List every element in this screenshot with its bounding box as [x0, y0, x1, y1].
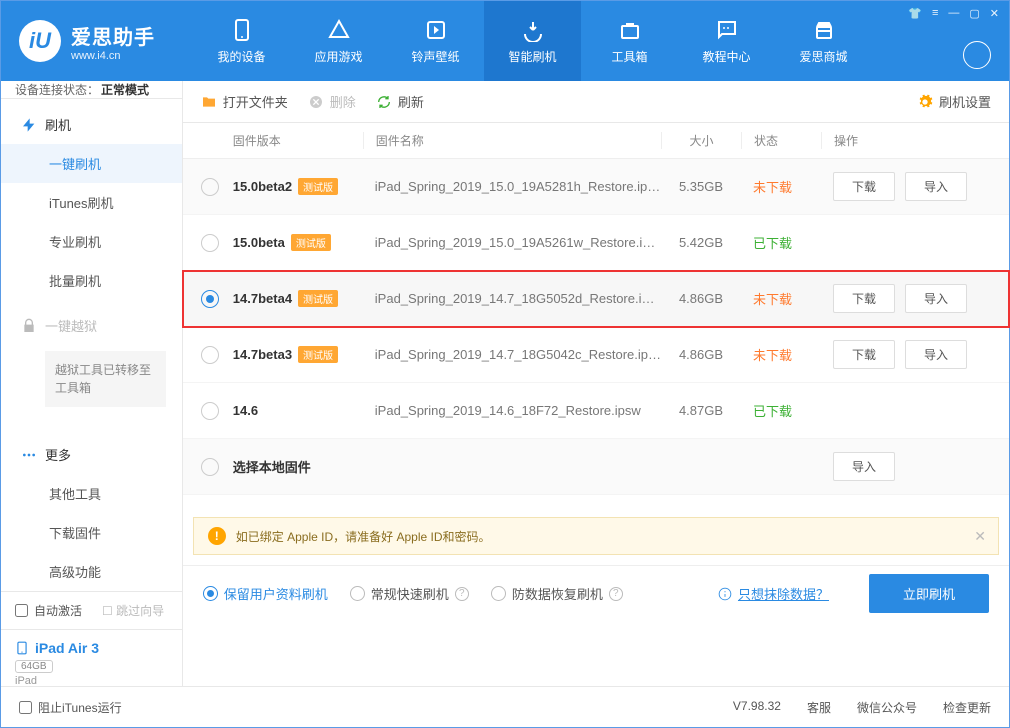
nav-item-5[interactable]: 教程中心	[678, 1, 775, 81]
flash-settings-button[interactable]: 刷机设置	[917, 92, 991, 111]
sidebar-item-flash-2[interactable]: 专业刷机	[1, 222, 182, 261]
mode-option-0[interactable]: 保留用户资料刷机	[203, 584, 328, 603]
window-controls: 👕 ≡ — ▢ ✕	[908, 7, 999, 20]
close-warning-button[interactable]: ✕	[974, 528, 986, 545]
lock-icon	[21, 318, 37, 334]
logo[interactable]: iU 爱思助手 www.i4.cn	[1, 20, 193, 62]
mode-option-1[interactable]: 常规快速刷机?	[350, 584, 469, 603]
sidebar: 设备连接状态： 正常模式 刷机 一键刷机iTunes刷机专业刷机批量刷机 一键越…	[1, 81, 183, 686]
firmware-row[interactable]: 14.6iPad_Spring_2019_14.6_18F72_Restore.…	[183, 383, 1009, 439]
erase-data-link[interactable]: 只想抹除数据？	[718, 584, 829, 603]
radio[interactable]	[201, 346, 219, 364]
logo-title: 爱思助手	[71, 21, 155, 50]
download-button[interactable]: 下载	[833, 340, 895, 369]
logo-icon: iU	[19, 20, 61, 62]
logo-url: www.i4.cn	[71, 50, 155, 62]
radio[interactable]	[201, 402, 219, 420]
flash-now-button[interactable]: 立即刷机	[869, 574, 989, 613]
nav-item-2[interactable]: 铃声壁纸	[387, 1, 484, 81]
mode-option-2[interactable]: 防数据恢复刷机?	[491, 584, 623, 603]
jailbreak-note: 越狱工具已转移至工具箱	[45, 351, 166, 407]
header: iU 爱思助手 www.i4.cn 我的设备应用游戏铃声壁纸智能刷机工具箱教程中…	[1, 1, 1009, 81]
nav-item-4[interactable]: 工具箱	[581, 1, 678, 81]
help-icon[interactable]: ?	[455, 587, 469, 601]
firmware-row[interactable]: 15.0beta2测试版iPad_Spring_2019_15.0_19A528…	[183, 159, 1009, 215]
version-label: V7.98.32	[733, 699, 781, 716]
download-manager-button[interactable]	[963, 41, 991, 69]
customer-service-link[interactable]: 客服	[807, 699, 831, 716]
firmware-row[interactable]: 15.0beta测试版iPad_Spring_2019_15.0_19A5261…	[183, 215, 1009, 271]
refresh-button[interactable]: 刷新	[376, 92, 424, 111]
sidebar-item-more-1[interactable]: 下载固件	[1, 513, 182, 552]
sidebar-head-more[interactable]: 更多	[1, 435, 182, 474]
import-button[interactable]: 导入	[905, 172, 967, 201]
skip-guide-checkbox: ☐ 跳过向导	[102, 602, 164, 619]
warning-bar: ! 如已绑定 Apple ID，请准备好 Apple ID和密码。 ✕	[193, 517, 999, 555]
import-button[interactable]: 导入	[905, 284, 967, 313]
firmware-row[interactable]: 14.7beta3测试版iPad_Spring_2019_14.7_18G504…	[183, 327, 1009, 383]
folder-icon	[201, 94, 217, 110]
sidebar-item-more-0[interactable]: 其他工具	[1, 474, 182, 513]
wechat-link[interactable]: 微信公众号	[857, 699, 917, 716]
firmware-row[interactable]: 选择本地固件导入	[183, 439, 1009, 495]
check-update-link[interactable]: 检查更新	[943, 699, 991, 716]
nav-item-3[interactable]: 智能刷机	[484, 1, 581, 81]
radio[interactable]	[201, 458, 219, 476]
mode-bar: 保留用户资料刷机 常规快速刷机? 防数据恢复刷机? 只想抹除数据？ 立即刷机	[183, 565, 1009, 621]
sidebar-item-flash-3[interactable]: 批量刷机	[1, 261, 182, 300]
radio[interactable]	[201, 234, 219, 252]
delete-icon	[308, 94, 324, 110]
top-nav: 我的设备应用游戏铃声壁纸智能刷机工具箱教程中心爱思商城	[193, 1, 872, 81]
nav-item-0[interactable]: 我的设备	[193, 1, 290, 81]
tshirt-icon[interactable]: 👕	[908, 7, 922, 20]
download-button[interactable]: 下载	[833, 172, 895, 201]
sidebar-item-flash-0[interactable]: 一键刷机	[1, 144, 182, 183]
minimize-icon[interactable]: —	[948, 7, 959, 20]
firmware-rows: 15.0beta2测试版iPad_Spring_2019_15.0_19A528…	[183, 159, 1009, 495]
info-icon	[718, 587, 732, 601]
help-icon[interactable]: ?	[609, 587, 623, 601]
gear-icon	[917, 94, 933, 110]
warning-icon: !	[208, 527, 226, 545]
firmware-row[interactable]: 14.7beta4测试版iPad_Spring_2019_14.7_18G505…	[183, 271, 1009, 327]
nav-item-1[interactable]: 应用游戏	[290, 1, 387, 81]
auto-activate-checkbox[interactable]: 自动激活 ☐ 跳过向导	[15, 602, 168, 619]
device-info[interactable]: iPad Air 3 64GB iPad	[1, 629, 182, 697]
sidebar-head-jailbreak[interactable]: 一键越狱	[1, 306, 182, 345]
sidebar-head-flash[interactable]: 刷机	[1, 105, 182, 144]
more-icon	[21, 447, 37, 463]
content: 打开文件夹 删除 刷新 刷机设置 固件版本 固件名称 大小 状态 操作 15.0…	[183, 81, 1009, 686]
nav-item-6[interactable]: 爱思商城	[775, 1, 872, 81]
radio[interactable]	[201, 178, 219, 196]
close-icon[interactable]: ✕	[990, 7, 999, 20]
menu-icon[interactable]: ≡	[932, 7, 938, 20]
import-button[interactable]: 导入	[905, 340, 967, 369]
toolbar: 打开文件夹 删除 刷新 刷机设置	[183, 81, 1009, 123]
refresh-icon	[376, 94, 392, 110]
radio[interactable]	[201, 290, 219, 308]
flash-icon	[21, 117, 37, 133]
sidebar-item-flash-1[interactable]: iTunes刷机	[1, 183, 182, 222]
connection-status: 设备连接状态： 正常模式	[1, 81, 182, 99]
open-folder-button[interactable]: 打开文件夹	[201, 92, 288, 111]
delete-button: 删除	[308, 92, 356, 111]
download-button[interactable]: 下载	[833, 284, 895, 313]
table-header: 固件版本 固件名称 大小 状态 操作	[183, 123, 1009, 159]
block-itunes-checkbox[interactable]: 阻止iTunes运行	[19, 699, 122, 716]
import-button[interactable]: 导入	[833, 452, 895, 481]
sidebar-item-more-2[interactable]: 高级功能	[1, 552, 182, 591]
maximize-icon[interactable]: ▢	[969, 7, 979, 20]
tablet-icon	[15, 641, 29, 655]
